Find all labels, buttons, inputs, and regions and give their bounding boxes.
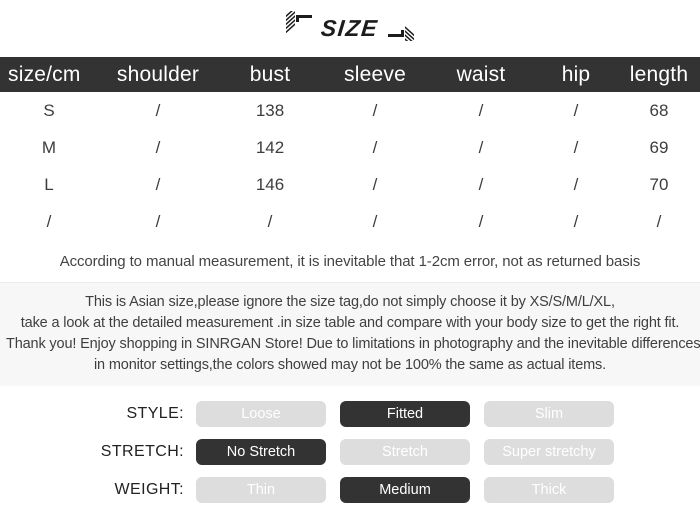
attribute-label-style: STYLE: — [126, 405, 184, 422]
table-row: L / 146 / / / 70 — [0, 166, 700, 203]
measurement-note: According to manual measurement, it is i… — [0, 240, 700, 282]
cell-sleeve: / — [322, 203, 428, 240]
page-title: SIZE — [320, 15, 380, 41]
cell-bust: 138 — [218, 92, 322, 129]
attribute-label-stretch: STRETCH: — [100, 443, 184, 460]
info-line-1: This is Asian size,please ignore the siz… — [85, 294, 615, 310]
cell-size: / — [0, 203, 98, 240]
info-panel: This is Asian size,please ignore the siz… — [0, 282, 700, 386]
attribute-row-style: STYLE: Loose Fitted Slim — [0, 395, 700, 433]
cell-shoulder: / — [98, 203, 218, 240]
size-chart-table: size/cm shoulder bust sleeve waist hip l… — [0, 57, 700, 240]
table-row: / / / / / / / — [0, 203, 700, 240]
cell-waist: / — [428, 129, 534, 166]
cell-hip: / — [534, 166, 618, 203]
stretch-option-stretch[interactable]: Stretch — [340, 439, 470, 465]
stretch-option-super-stretchy[interactable]: Super stretchy — [484, 439, 614, 465]
column-header-hip: hip — [561, 62, 591, 86]
cell-waist: / — [428, 92, 534, 129]
cell-length: 68 — [618, 92, 700, 129]
cell-length: 70 — [618, 166, 700, 203]
bracket-ornament-right-icon — [386, 11, 416, 53]
info-line-4: in monitor settings,the colors showed ma… — [93, 357, 607, 373]
column-header-shoulder: shoulder — [116, 62, 200, 86]
cell-length: / — [618, 203, 700, 240]
cell-bust: 146 — [218, 166, 322, 203]
cell-sleeve: / — [322, 166, 428, 203]
cell-hip: / — [534, 129, 618, 166]
style-option-loose[interactable]: Loose — [196, 401, 326, 427]
cell-waist: / — [428, 166, 534, 203]
cell-length: 69 — [618, 129, 700, 166]
bracket-ornament-left-icon — [284, 7, 314, 46]
style-option-slim[interactable]: Slim — [484, 401, 614, 427]
column-header-waist: waist — [456, 62, 506, 86]
column-header-bust: bust — [249, 62, 291, 86]
cell-shoulder: / — [98, 166, 218, 203]
column-header-length: length — [629, 62, 689, 86]
weight-option-medium[interactable]: Medium — [340, 477, 470, 503]
cell-bust: / — [218, 203, 322, 240]
attribute-row-weight: WEIGHT: Thin Medium Thick — [0, 471, 700, 509]
weight-option-thin[interactable]: Thin — [196, 477, 326, 503]
cell-hip: / — [534, 203, 618, 240]
cell-waist: / — [428, 203, 534, 240]
style-option-fitted[interactable]: Fitted — [340, 401, 470, 427]
cell-hip: / — [534, 92, 618, 129]
table-header-row: size/cm shoulder bust sleeve waist hip l… — [0, 57, 700, 92]
cell-size: S — [0, 92, 98, 129]
column-header-size: size/cm — [8, 62, 81, 86]
page-title-bar: SIZE — [0, 0, 700, 57]
cell-shoulder: / — [98, 92, 218, 129]
column-header-sleeve: sleeve — [344, 62, 406, 86]
attribute-row-stretch: STRETCH: No Stretch Stretch Super stretc… — [0, 433, 700, 471]
table-row: S / 138 / / / 68 — [0, 92, 700, 129]
cell-shoulder: / — [98, 129, 218, 166]
cell-size: M — [0, 129, 98, 166]
attribute-selectors: STYLE: Loose Fitted Slim STRETCH: No Str… — [0, 386, 700, 509]
cell-bust: 142 — [218, 129, 322, 166]
cell-size: L — [0, 166, 98, 203]
info-line-2: take a look at the detailed measurement … — [20, 315, 680, 331]
cell-sleeve: / — [322, 92, 428, 129]
cell-sleeve: / — [322, 129, 428, 166]
stretch-option-no-stretch[interactable]: No Stretch — [196, 439, 326, 465]
info-line-3: Thank you! Enjoy shopping in SINRGAN Sto… — [6, 336, 700, 352]
weight-option-thick[interactable]: Thick — [484, 477, 614, 503]
attribute-label-weight: WEIGHT: — [114, 481, 184, 498]
table-row: M / 142 / / / 69 — [0, 129, 700, 166]
